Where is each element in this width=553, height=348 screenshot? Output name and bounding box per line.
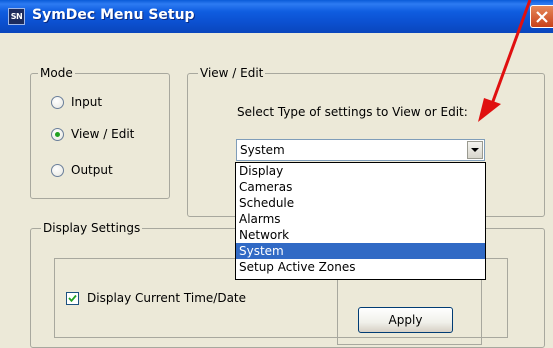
title-bar: SN SymDec Menu Setup	[0, 0, 553, 33]
display-settings-group-label: Display Settings	[41, 221, 143, 235]
close-icon	[536, 11, 548, 23]
display-time-date-checkbox[interactable]	[66, 292, 79, 305]
dropdown-option-setup-active-zones[interactable]: Setup Active Zones	[236, 259, 485, 275]
dropdown-option-system[interactable]: System	[236, 243, 485, 259]
close-button[interactable]	[530, 5, 553, 28]
chevron-down-icon	[471, 148, 479, 152]
dropdown-option-network[interactable]: Network	[236, 227, 485, 243]
apply-button[interactable]: Apply	[358, 307, 453, 333]
radio-output-circle[interactable]	[51, 164, 64, 177]
radio-input-circle[interactable]	[51, 96, 64, 109]
radio-view-edit-label[interactable]: View / Edit	[71, 127, 134, 141]
settings-type-dropdown-list[interactable]: Display Cameras Schedule Alarms Network …	[235, 162, 486, 280]
checkmark-icon	[68, 294, 77, 303]
select-instruction: Select Type of settings to View or Edit:	[237, 105, 468, 119]
dropdown-option-display[interactable]: Display	[236, 163, 485, 179]
dropdown-option-cameras[interactable]: Cameras	[236, 179, 485, 195]
app-icon: SN	[8, 8, 25, 25]
dropdown-option-schedule[interactable]: Schedule	[236, 195, 485, 211]
radio-input-label[interactable]: Input	[71, 95, 102, 109]
settings-type-select[interactable]: System	[236, 139, 485, 161]
dropdown-option-alarms[interactable]: Alarms	[236, 211, 485, 227]
mode-group-label: Mode	[38, 66, 75, 80]
radio-output-label[interactable]: Output	[71, 163, 113, 177]
view-edit-group-label: View / Edit	[198, 66, 266, 80]
select-dropdown-button[interactable]	[467, 141, 483, 159]
radio-view-edit-circle[interactable]	[51, 128, 64, 141]
display-time-date-label[interactable]: Display Current Time/Date	[87, 291, 246, 305]
window-title: SymDec Menu Setup	[32, 7, 195, 23]
select-current-value: System	[240, 143, 285, 157]
